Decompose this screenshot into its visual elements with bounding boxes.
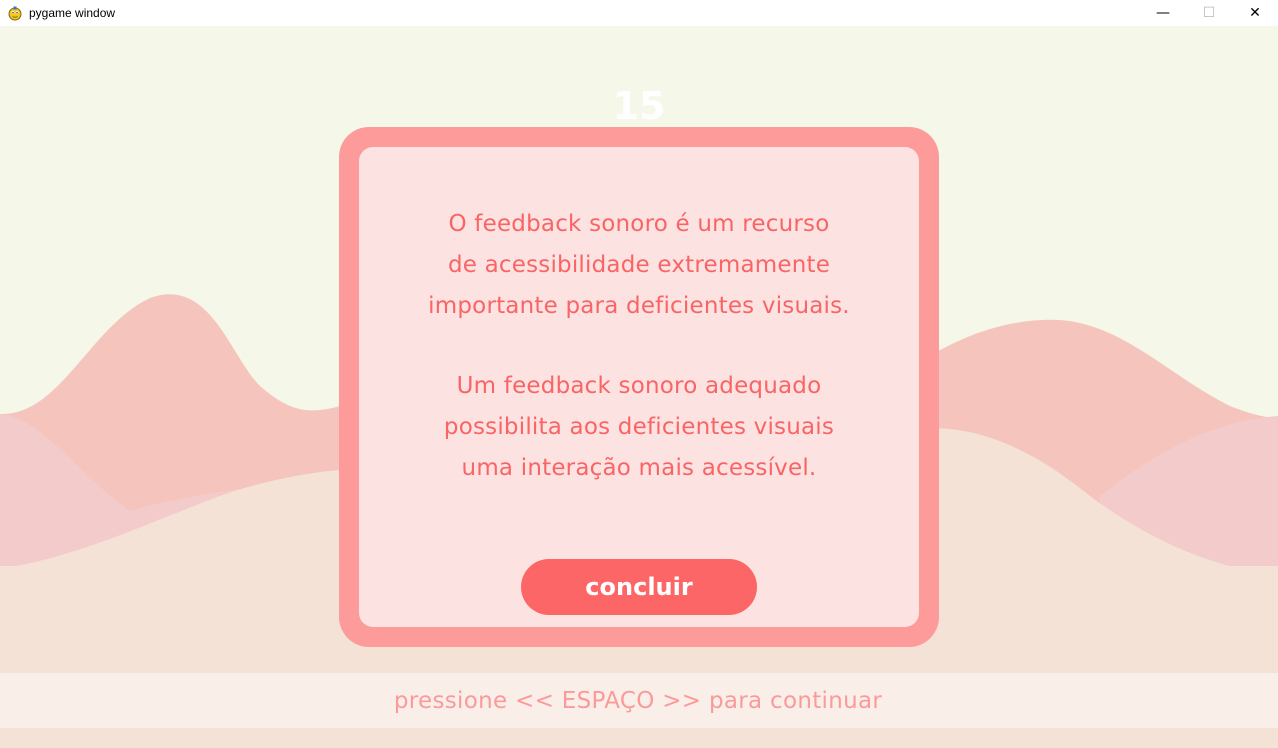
dialog-paragraph-1: O feedback sonoro é um recurso de acessi… bbox=[359, 204, 919, 327]
maximize-button[interactable]: ☐ bbox=[1186, 0, 1232, 26]
hint-bar: pressione << ESPAÇO >> para continuar bbox=[0, 673, 1278, 728]
pygame-snake-icon bbox=[8, 6, 22, 21]
dialog-line: uma interação mais acessível. bbox=[461, 455, 817, 481]
window-title: pygame window bbox=[29, 6, 116, 20]
pygame-window: pygame window — ☐ ✕ 15 O feedback sonoro… bbox=[0, 0, 1278, 748]
dialog-line: de acessibilidade extremamente bbox=[447, 252, 831, 278]
window-controls: — ☐ ✕ bbox=[1140, 0, 1278, 26]
minimize-button[interactable]: — bbox=[1140, 0, 1186, 26]
info-dialog-body: O feedback sonoro é um recurso de acessi… bbox=[359, 147, 919, 627]
dialog-line: possibilita aos deficientes visuais bbox=[443, 414, 835, 440]
concluir-button[interactable]: concluir bbox=[521, 559, 757, 615]
info-dialog: O feedback sonoro é um recurso de acessi… bbox=[339, 127, 939, 647]
game-canvas[interactable]: 15 O feedback sonoro é um recurso de ace… bbox=[0, 26, 1278, 748]
score-counter: 15 bbox=[612, 84, 666, 128]
title-bar[interactable]: pygame window — ☐ ✕ bbox=[0, 0, 1278, 26]
close-button[interactable]: ✕ bbox=[1232, 0, 1278, 26]
dialog-line: O feedback sonoro é um recurso bbox=[448, 211, 830, 237]
dialog-line: Um feedback sonoro adequado bbox=[456, 373, 822, 399]
dialog-paragraph-2: Um feedback sonoro adequado possibilita … bbox=[359, 366, 919, 489]
minimize-icon: — bbox=[1156, 5, 1170, 21]
dialog-line: importante para deficientes visuais. bbox=[428, 293, 850, 319]
continue-hint: pressione << ESPAÇO >> para continuar bbox=[393, 687, 883, 714]
close-icon: ✕ bbox=[1249, 5, 1261, 21]
maximize-icon: ☐ bbox=[1202, 5, 1216, 21]
